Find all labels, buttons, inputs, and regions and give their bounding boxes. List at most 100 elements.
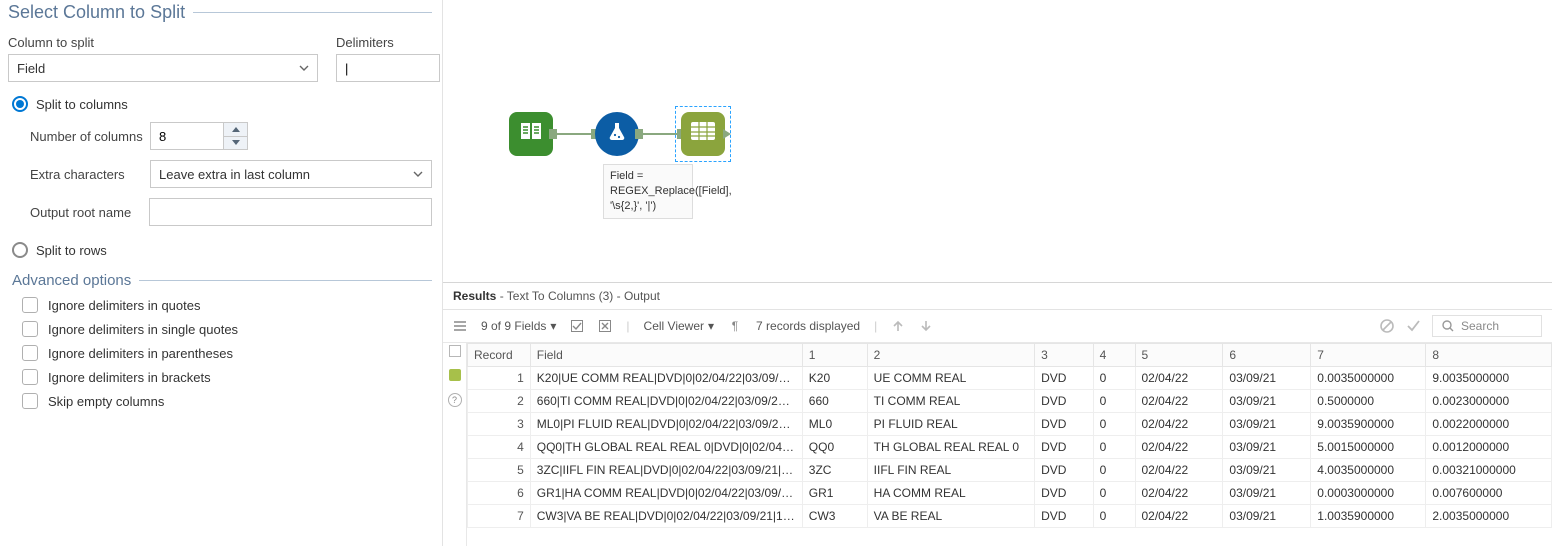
table-row[interactable]: 53ZC|IIFL FIN REAL|DVD|0|02/04/22|03/09/… <box>468 459 1552 482</box>
cell-7: 5.0015000000 <box>1311 436 1426 459</box>
results-gutter: ? <box>443 343 467 546</box>
cell-5: 02/04/22 <box>1135 413 1223 436</box>
list-icon[interactable] <box>453 319 467 333</box>
column-to-split-select[interactable]: Field <box>8 54 318 82</box>
cell-6: 03/09/21 <box>1223 390 1311 413</box>
step-up-button[interactable] <box>224 123 247 137</box>
cell-3: DVD <box>1035 482 1094 505</box>
cell-3: DVD <box>1035 413 1094 436</box>
cell-5: 02/04/22 <box>1135 482 1223 505</box>
fields-selector[interactable]: 9 of 9 Fields ▾ <box>481 319 556 333</box>
table-row[interactable]: 3ML0|PI FLUID REAL|DVD|0|02/04/22|03/09/… <box>468 413 1552 436</box>
split-to-rows-label: Split to rows <box>36 243 107 258</box>
table-row[interactable]: 4QQ0|TH GLOBAL REAL REAL 0|DVD|0|02/04/2… <box>468 436 1552 459</box>
col-header-field[interactable]: Field <box>530 344 802 367</box>
cell-6: 03/09/21 <box>1223 436 1311 459</box>
results-toolbar: 9 of 9 Fields ▾ | Cell Viewer ▾ ¶ 7 reco… <box>443 310 1552 343</box>
cell-7: 0.0003000000 <box>1311 482 1426 505</box>
checkbox-icon <box>22 369 38 385</box>
table-row[interactable]: 6GR1|HA COMM REAL|DVD|0|02/04/22|03/09/2… <box>468 482 1552 505</box>
search-placeholder: Search <box>1461 319 1499 333</box>
cell-4: 0 <box>1093 482 1135 505</box>
num-columns-stepper[interactable] <box>150 122 248 150</box>
col-header-8[interactable]: 8 <box>1426 344 1552 367</box>
table-row[interactable]: 1K20|UE COMM REAL|DVD|0|02/04/22|03/09/2… <box>468 367 1552 390</box>
search-input[interactable]: Search <box>1432 315 1542 337</box>
workflow-canvas[interactable]: Field = REGEX_Replace([Field], '\s{2,}',… <box>443 0 1552 282</box>
col-header-1[interactable]: 1 <box>802 344 867 367</box>
cell-1: QQ0 <box>802 436 867 459</box>
cell-5: 02/04/22 <box>1135 505 1223 528</box>
split-to-rows-radio[interactable]: Split to rows <box>12 242 432 258</box>
ignore-parentheses-check[interactable]: Ignore delimiters in parentheses <box>22 345 432 361</box>
cell-8: 0.0012000000 <box>1426 436 1552 459</box>
ignore-single-quotes-check[interactable]: Ignore delimiters in single quotes <box>22 321 432 337</box>
radio-empty-icon <box>12 242 28 258</box>
results-subtitle: - Text To Columns (3) - Output <box>496 289 660 303</box>
col-header-2[interactable]: 2 <box>867 344 1034 367</box>
output-root-input[interactable] <box>149 198 432 226</box>
help-icon[interactable]: ? <box>448 393 462 407</box>
connector <box>553 133 595 135</box>
output-anchor-icon[interactable] <box>449 369 461 381</box>
cell-3: DVD <box>1035 390 1094 413</box>
cancel-icon[interactable] <box>1380 319 1394 333</box>
cell-4: 0 <box>1093 367 1135 390</box>
cell-2: VA BE REAL <box>867 505 1034 528</box>
radio-selected-icon <box>12 96 28 112</box>
extra-chars-select[interactable]: Leave extra in last column <box>150 160 432 188</box>
cell-4: 0 <box>1093 436 1135 459</box>
delimiters-input[interactable] <box>336 54 440 82</box>
col-header-3[interactable]: 3 <box>1035 344 1094 367</box>
cell-8: 2.0035000000 <box>1426 505 1552 528</box>
split-to-columns-radio[interactable]: Split to columns <box>12 96 432 112</box>
formula-annotation: Field = REGEX_Replace([Field], '\s{2,}',… <box>603 164 693 219</box>
flask-icon <box>606 120 628 148</box>
cell-6: 03/09/21 <box>1223 459 1311 482</box>
input-tool-node[interactable] <box>509 112 553 156</box>
formula-tool-node[interactable] <box>595 112 639 156</box>
text-to-columns-tool-node[interactable] <box>681 112 725 156</box>
cell-field: 3ZC|IIFL FIN REAL|DVD|0|02/04/22|03/09/2… <box>530 459 802 482</box>
results-grid[interactable]: Record Field 1 2 3 4 5 6 7 8 1K20|UE COM <box>467 343 1552 528</box>
cell-field: ML0|PI FLUID REAL|DVD|0|02/04/22|03/09/2… <box>530 413 802 436</box>
cell-record: 2 <box>468 390 531 413</box>
pilcrow-icon[interactable]: ¶ <box>728 319 742 333</box>
arrow-down-icon[interactable] <box>919 319 933 333</box>
out-port-icon <box>723 129 731 139</box>
col-header-6[interactable]: 6 <box>1223 344 1311 367</box>
chevron-down-icon <box>413 169 423 179</box>
checkbox-icon <box>22 345 38 361</box>
col-header-record[interactable]: Record <box>468 344 531 367</box>
cell-viewer-button[interactable]: Cell Viewer ▾ <box>644 319 715 333</box>
ignore-quotes-check[interactable]: Ignore delimiters in quotes <box>22 297 432 313</box>
col-header-5[interactable]: 5 <box>1135 344 1223 367</box>
cell-8: 9.0035000000 <box>1426 367 1552 390</box>
cell-1: CW3 <box>802 505 867 528</box>
delimiters-label: Delimiters <box>336 35 440 50</box>
num-columns-input[interactable] <box>151 123 223 149</box>
col-header-4[interactable]: 4 <box>1093 344 1135 367</box>
cell-4: 0 <box>1093 390 1135 413</box>
check-box-icon[interactable] <box>570 319 584 333</box>
cell-6: 03/09/21 <box>1223 367 1311 390</box>
section-title: Select Column to Split <box>8 2 193 23</box>
extra-chars-value: Leave extra in last column <box>159 167 310 182</box>
cell-5: 02/04/22 <box>1135 367 1223 390</box>
check-icon[interactable] <box>1406 319 1420 333</box>
metadata-icon[interactable] <box>449 345 461 357</box>
clear-box-icon[interactable] <box>598 319 612 333</box>
table-row[interactable]: 7CW3|VA BE REAL|DVD|0|02/04/22|03/09/21|… <box>468 505 1552 528</box>
step-down-button[interactable] <box>224 137 247 150</box>
arrow-up-icon[interactable] <box>891 319 905 333</box>
skip-empty-check[interactable]: Skip empty columns <box>22 393 432 409</box>
cell-8: 0.0023000000 <box>1426 390 1552 413</box>
records-count-label: 7 records displayed <box>756 319 860 333</box>
col-header-7[interactable]: 7 <box>1311 344 1426 367</box>
cell-record: 7 <box>468 505 531 528</box>
cell-3: DVD <box>1035 436 1094 459</box>
ignore-brackets-check[interactable]: Ignore delimiters in brackets <box>22 369 432 385</box>
cell-1: ML0 <box>802 413 867 436</box>
table-row[interactable]: 2660|TI COMM REAL|DVD|0|02/04/22|03/09/2… <box>468 390 1552 413</box>
split-to-columns-label: Split to columns <box>36 97 128 112</box>
